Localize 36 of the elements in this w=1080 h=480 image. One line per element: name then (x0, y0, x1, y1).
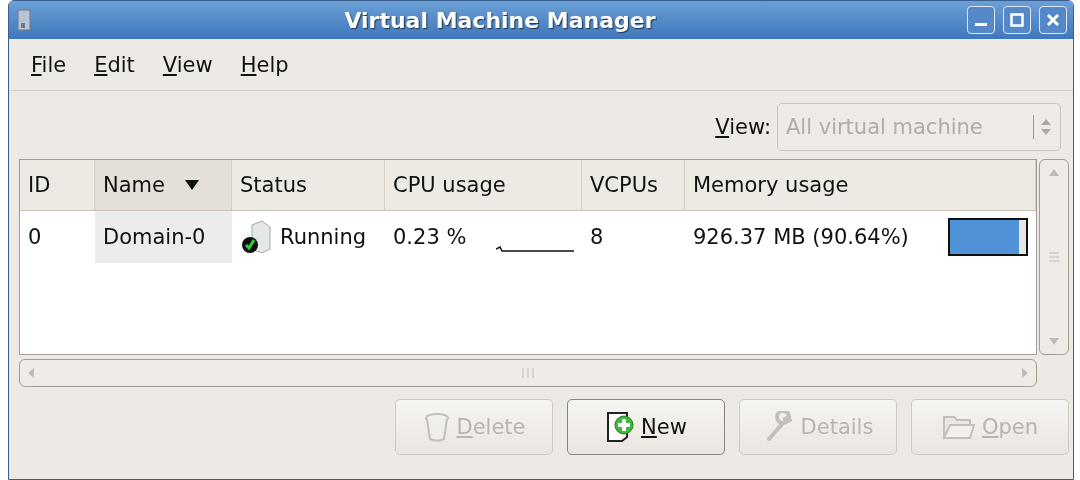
scroll-left-arrow-icon[interactable] (26, 366, 36, 380)
minimize-button[interactable] (967, 6, 995, 34)
scroll-grip-icon (521, 367, 535, 379)
menu-item[interactable]: Help (226, 46, 303, 83)
scroll-grip-icon (1047, 251, 1061, 263)
status-text: Running (280, 225, 367, 249)
minimize-icon (975, 23, 987, 26)
column-header[interactable]: CPU usage (385, 160, 582, 210)
table-cell-text: 8 (589, 224, 605, 251)
scroll-right-arrow-icon[interactable] (1020, 366, 1030, 380)
view-label: View: (715, 115, 771, 139)
spinner-arrows-icon (1040, 117, 1052, 137)
close-button[interactable] (1039, 6, 1067, 34)
maximize-icon (1010, 13, 1024, 27)
folder-icon (941, 413, 976, 441)
app-icon (15, 8, 33, 32)
trash-can-icon (422, 412, 451, 442)
menu-item[interactable]: Edit (80, 46, 149, 83)
close-icon (1046, 13, 1060, 27)
new-document-icon (605, 411, 636, 443)
new-button[interactable]: New (567, 399, 725, 455)
vertical-scrollbar[interactable] (1039, 159, 1069, 355)
maximize-button[interactable] (1003, 6, 1031, 34)
column-header[interactable]: Name (95, 160, 232, 210)
table-cell: Domain-0 (95, 211, 232, 263)
column-header[interactable]: Memory usage (685, 160, 1036, 210)
cpu-usage-text: 0.23 % (393, 225, 467, 249)
menu-item[interactable]: File (17, 46, 81, 83)
menu-item[interactable]: View (148, 46, 227, 83)
column-header[interactable]: Status (232, 160, 385, 210)
table-cell-text: 0 (27, 224, 43, 251)
column-header[interactable]: VCPUs (582, 160, 685, 210)
window-title: Virtual Machine Manager (343, 7, 657, 33)
horizontal-scrollbar[interactable] (19, 359, 1037, 387)
sort-arrow-icon (184, 180, 199, 190)
memory-usage-text: 926.37 MB (90.64%) (693, 225, 909, 249)
